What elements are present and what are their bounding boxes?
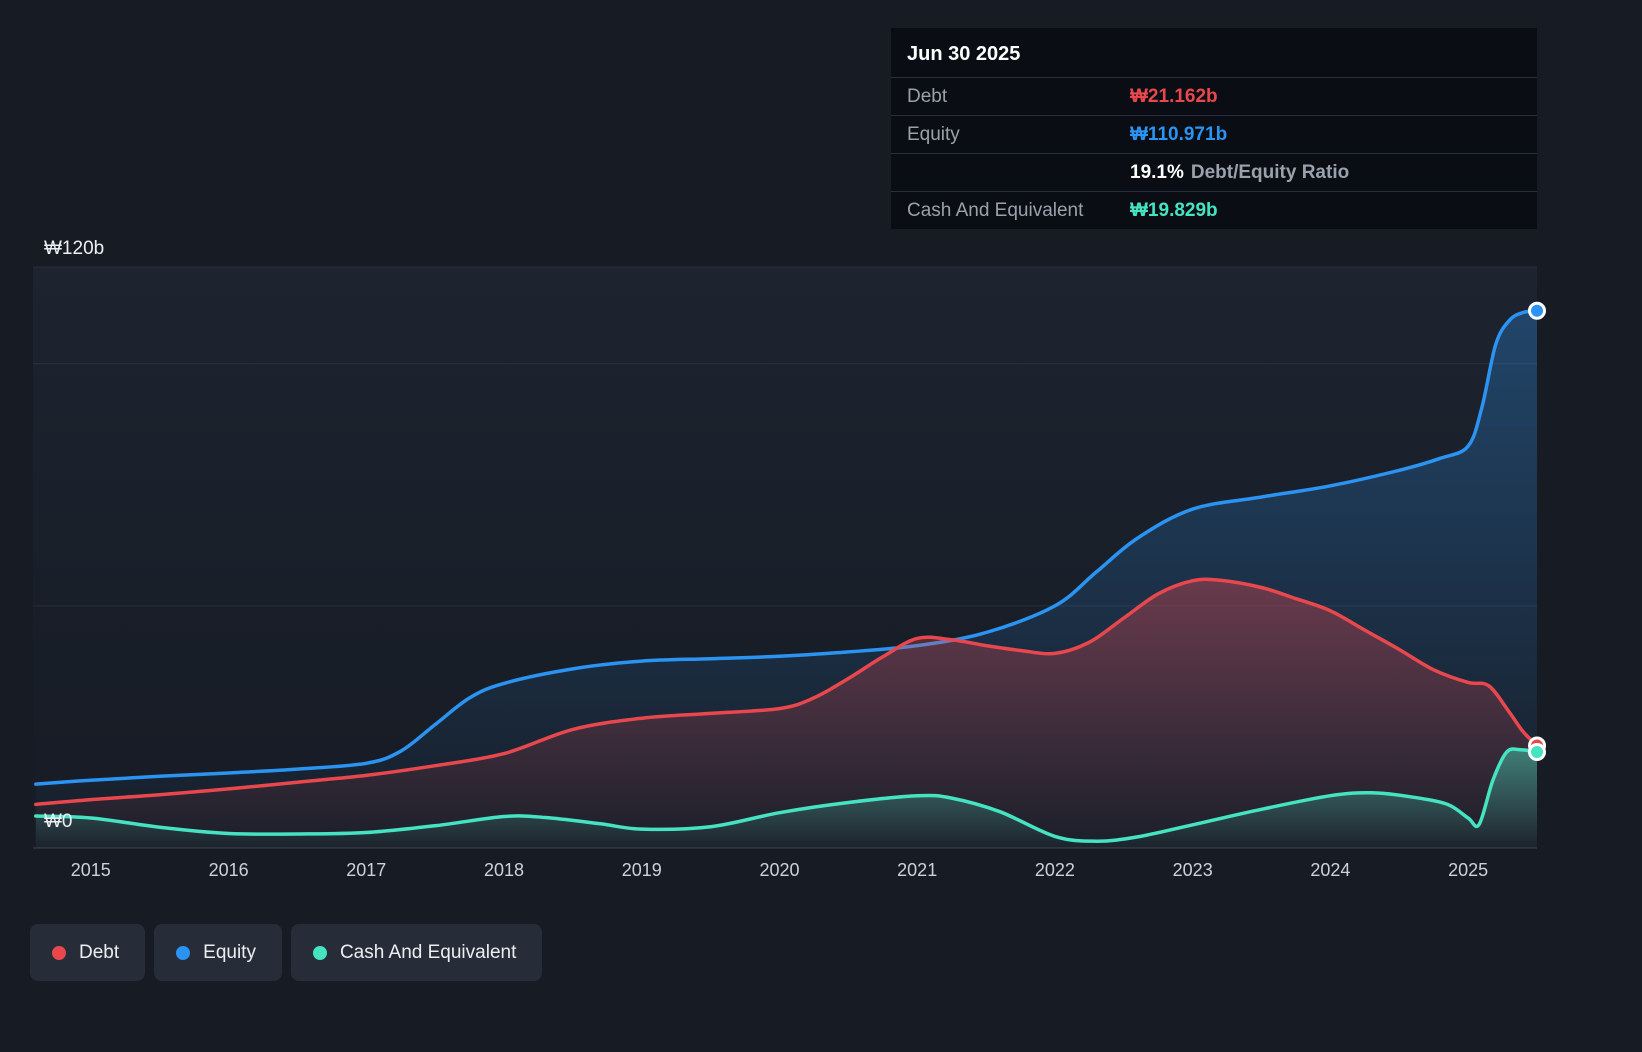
hover-tooltip: Jun 30 2025 Debt ₩21.162b Equity ₩110.97…: [891, 28, 1537, 229]
tooltip-cash-label: Cash And Equivalent: [907, 200, 1084, 221]
x-tick-2015: 2015: [70, 860, 111, 880]
tooltip-debt-value: ₩21.162b: [1130, 86, 1218, 107]
x-tick-2017: 2017: [346, 860, 387, 880]
chart-legend: Debt Equity Cash And Equivalent: [30, 924, 543, 981]
tooltip-ratio: 19.1% Debt/Equity Ratio: [1130, 160, 1349, 185]
x-tick-2022: 2022: [1034, 860, 1075, 880]
tooltip-ratio-label: Debt/Equity Ratio: [1190, 162, 1350, 183]
tooltip-equity-value: ₩110.971b: [1130, 124, 1228, 145]
legend-item-equity[interactable]: Equity: [154, 924, 282, 981]
cash-and-equivalent-end-marker: [1528, 743, 1546, 761]
y-axis-max-label: ₩120b: [44, 238, 105, 259]
tooltip-row-equity: Equity ₩110.971b: [891, 115, 1537, 153]
legend-item-cash-and-equivalent[interactable]: Cash And Equivalent: [290, 924, 543, 981]
tooltip-row-ratio: 19.1% Debt/Equity Ratio: [891, 153, 1537, 191]
legend-label: Equity: [203, 941, 256, 963]
tooltip-ratio-value: 19.1%: [1130, 162, 1184, 183]
legend-item-debt[interactable]: Debt: [30, 924, 146, 981]
tooltip-equity-label: Equity: [907, 124, 960, 145]
tooltip-date: Jun 30 2025: [907, 43, 1021, 65]
x-tick-2024: 2024: [1310, 860, 1351, 880]
equity-end-marker: [1528, 301, 1546, 320]
x-tick-2023: 2023: [1172, 860, 1213, 880]
x-tick-2020: 2020: [759, 860, 800, 880]
equity-legend-dot-icon: [176, 945, 191, 960]
legend-label: Debt: [79, 941, 120, 963]
x-tick-2016: 2016: [208, 860, 249, 880]
cash-and-equivalent-legend-dot-icon: [312, 945, 327, 960]
x-tick-2018: 2018: [483, 860, 525, 880]
x-tick-2021: 2021: [897, 860, 938, 880]
tooltip-row-debt: Debt ₩21.162b: [891, 77, 1537, 115]
tooltip-row-cash: Cash And Equivalent ₩19.829b: [891, 191, 1537, 229]
debt-legend-dot-icon: [52, 945, 66, 960]
x-tick-2019: 2019: [621, 860, 662, 880]
tooltip-debt-label: Debt: [907, 86, 948, 107]
x-tick-2025: 2025: [1448, 860, 1489, 880]
legend-label: Cash And Equivalent: [339, 941, 517, 963]
y-axis-zero-label: ₩0: [44, 811, 73, 832]
tooltip-cash-value: ₩19.829b: [1130, 200, 1218, 221]
